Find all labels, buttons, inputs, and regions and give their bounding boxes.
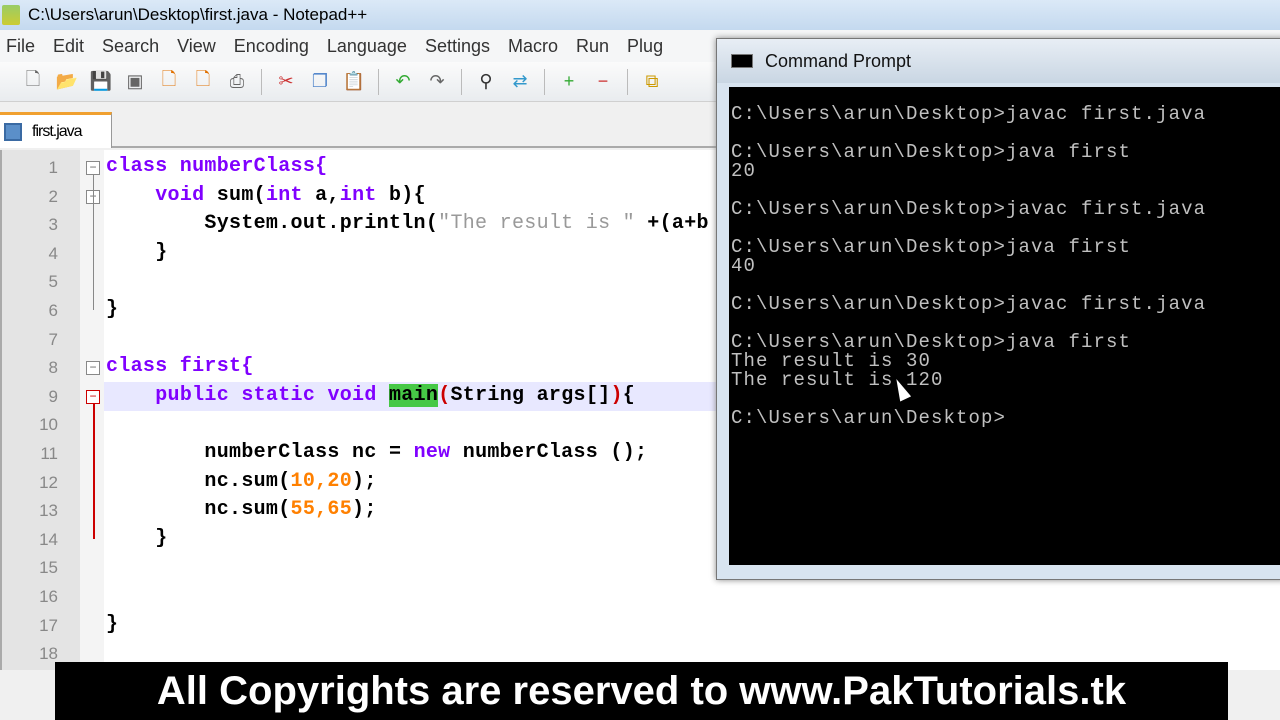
close-all-icon[interactable]: 🗋 (190, 69, 216, 95)
copy-icon[interactable]: ❐ (307, 69, 333, 95)
menu-file[interactable]: File (6, 36, 35, 57)
menu-macro[interactable]: Macro (508, 36, 558, 57)
new-file-icon[interactable]: 🗋 (20, 69, 46, 95)
line-number: 7 (48, 329, 58, 349)
line-number: 5 (48, 272, 58, 292)
code-line-4: } (106, 241, 168, 264)
copyright-banner: All Copyrights are reserved to www.PakTu… (55, 662, 1228, 720)
separator (627, 68, 628, 95)
code-line-2: void sum(int a,int b){ (155, 184, 426, 207)
line-number: 13 (39, 501, 58, 521)
code-line-9: public static void main(String args[]){ (155, 384, 636, 407)
zoom-in-icon[interactable]: + (556, 69, 582, 95)
console-line: 20 (731, 160, 757, 182)
console-line: C:\Users\arun\Desktop> (731, 407, 1007, 429)
close-icon[interactable]: 🗋 (156, 69, 182, 95)
replace-icon[interactable]: ⇄ (507, 69, 533, 95)
line-number: 14 (39, 529, 58, 549)
line-number: 10 (39, 415, 58, 435)
window-title: C:\Users\arun\Desktop\first.java - Notep… (28, 5, 368, 24)
line-number: 18 (39, 644, 58, 664)
line-number: 12 (39, 472, 58, 492)
console-line: 40 (731, 255, 757, 277)
code-line-3: System.out.println("The result is " +(a+… (106, 212, 709, 235)
find-icon[interactable]: ⚲ (473, 69, 499, 95)
separator (461, 68, 462, 95)
save-icon[interactable]: 💾 (88, 69, 114, 95)
console-line: C:\Users\arun\Desktop>javac first.java (731, 198, 1207, 220)
line-number: 17 (39, 615, 58, 635)
code-line-8: class first{ (106, 355, 254, 378)
line-number: 16 (39, 587, 58, 606)
console-output[interactable]: C:\Users\arun\Desktop>javac first.java C:… (729, 87, 1280, 565)
code-line-6: } (106, 298, 119, 321)
menu-language[interactable]: Language (327, 36, 407, 57)
fold-toggle-icon[interactable]: − (86, 390, 100, 404)
menu-settings[interactable]: Settings (425, 36, 490, 57)
code-line-17: } (106, 613, 119, 636)
console-line: The result is 120 (731, 369, 944, 391)
cut-icon[interactable]: ✂ (273, 69, 299, 95)
line-number: 11 (40, 444, 58, 463)
line-number: 9 (48, 386, 58, 406)
separator (378, 68, 379, 95)
line-number: 15 (39, 558, 58, 578)
line-number: 3 (48, 215, 58, 235)
code-line-11: numberClass nc = new numberClass (); (106, 441, 648, 464)
menu-plugins[interactable]: Plug (627, 36, 663, 57)
open-icon[interactable]: 📂 (54, 69, 80, 95)
menu-view[interactable]: View (177, 36, 216, 57)
code-line-13: nc.sum(55,65); (106, 498, 377, 521)
redo-icon[interactable]: ↷ (424, 69, 450, 95)
cmd-icon (731, 54, 753, 68)
zoom-out-icon[interactable]: − (590, 69, 616, 95)
tab-first-java[interactable]: first.java (0, 112, 112, 148)
undo-icon[interactable]: ↶ (390, 69, 416, 95)
tab-label: first.java (32, 122, 83, 140)
fold-margin (80, 150, 104, 670)
console-line: C:\Users\arun\Desktop>java first (731, 141, 1132, 163)
console-line: C:\Users\arun\Desktop>java first (731, 236, 1132, 258)
line-number: 8 (48, 358, 58, 378)
separator (261, 68, 262, 95)
save-all-icon[interactable]: ▣ (122, 69, 148, 95)
command-prompt-window[interactable]: Command Prompt C:\Users\arun\Desktop>jav… (716, 38, 1280, 580)
fold-toggle-icon[interactable]: − (86, 161, 100, 175)
line-number: 1 (48, 158, 58, 177)
code-line-1: class numberClass{ (106, 155, 328, 178)
fold-toggle-icon[interactable]: − (86, 361, 100, 375)
cmd-title: Command Prompt (765, 50, 912, 71)
menu-edit[interactable]: Edit (53, 36, 84, 57)
menu-run[interactable]: Run (576, 36, 609, 57)
console-line: C:\Users\arun\Desktop>javac first.java (731, 103, 1207, 125)
notepadpp-icon (2, 5, 20, 25)
console-line: C:\Users\arun\Desktop>javac first.java (731, 293, 1207, 315)
fold-line (93, 175, 94, 310)
code-line-12: nc.sum(10,20); (106, 470, 377, 493)
saved-file-icon (4, 122, 22, 141)
print-icon[interactable]: ⎙ (224, 69, 250, 95)
cmd-title-bar[interactable]: Command Prompt (717, 39, 1280, 83)
menu-encoding[interactable]: Encoding (234, 36, 309, 57)
fold-line (93, 404, 95, 539)
menu-search[interactable]: Search (102, 36, 159, 57)
sync-icon[interactable]: ⧉ (639, 69, 665, 95)
separator (544, 68, 545, 95)
paste-icon[interactable]: 📋 (341, 69, 367, 95)
title-bar: C:\Users\arun\Desktop\first.java - Notep… (0, 0, 1280, 30)
line-number: 2 (48, 186, 58, 206)
code-line-14: } (106, 527, 168, 550)
line-number: 6 (48, 301, 58, 320)
line-number: 4 (48, 243, 58, 263)
